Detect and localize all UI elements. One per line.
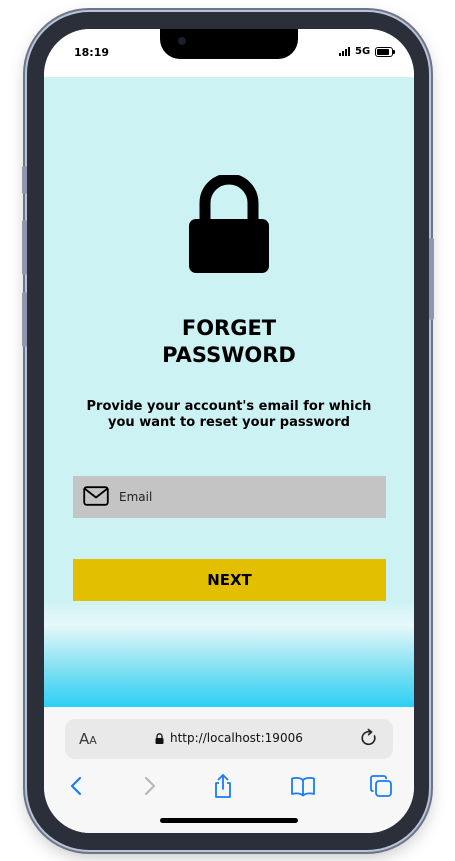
signal-icon (339, 47, 350, 56)
volume-down-button (22, 292, 27, 347)
power-button (429, 238, 434, 320)
email-field[interactable] (73, 476, 386, 518)
book-icon[interactable] (290, 773, 316, 799)
volume-up-button (22, 220, 27, 275)
camera-icon (178, 37, 186, 45)
page-title: FORGET PASSWORD (44, 315, 414, 369)
email-input[interactable] (119, 476, 374, 518)
battery-icon (375, 47, 395, 57)
lock-icon (189, 175, 269, 273)
text-size-button[interactable]: AA (79, 730, 97, 748)
tabs-icon[interactable] (368, 773, 394, 799)
chevron-left-icon[interactable] (64, 773, 90, 799)
notch (160, 29, 298, 59)
status-time: 18:19 (74, 46, 110, 59)
mute-switch (22, 166, 27, 194)
chevron-right-icon[interactable] (136, 773, 162, 799)
text-size-label-small: A (89, 734, 97, 747)
page-title-line2: PASSWORD (162, 343, 296, 367)
reload-icon[interactable] (359, 728, 379, 748)
next-button[interactable]: NEXT (73, 559, 386, 601)
browser-toolbar: AA http://localhost:19006 (44, 707, 414, 833)
padlock-icon (155, 732, 164, 744)
text-size-label: A (79, 730, 90, 748)
mail-icon (83, 486, 109, 506)
phone-screen: 18:19 5G FORGET PASSWORD Provide your ac… (44, 29, 414, 833)
share-icon[interactable] (210, 773, 236, 799)
network-label: 5G (355, 46, 371, 57)
address-bar[interactable]: AA http://localhost:19006 (65, 719, 393, 759)
page-title-line1: FORGET (181, 316, 277, 340)
url-text: http://localhost:19006 (170, 731, 303, 745)
url-display[interactable]: http://localhost:19006 (155, 731, 303, 745)
forget-password-screen: FORGET PASSWORD Provide your account's e… (44, 77, 414, 707)
home-indicator (160, 818, 298, 823)
page-subtitle: Provide your account's email for which y… (86, 399, 372, 430)
